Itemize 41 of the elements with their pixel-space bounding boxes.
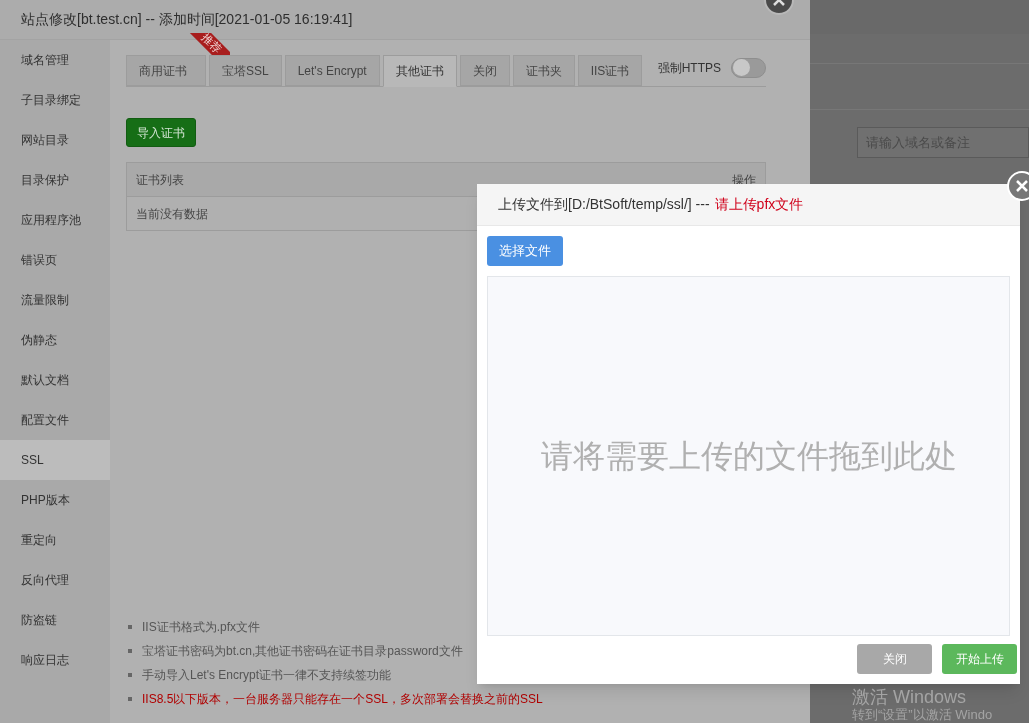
dialog-hint: 请上传pfx文件 xyxy=(714,195,804,214)
sidebar-item[interactable]: 配置文件 xyxy=(0,400,110,440)
tab[interactable]: 商用证书 xyxy=(126,55,206,86)
note-text: IIS8.5以下版本，一台服务器只能存在一个SSL，多次部署会替换之前的SSL xyxy=(142,691,543,708)
dialog-title: 上传文件到[D:/BtSoft/temp/ssl/] --- xyxy=(498,195,710,214)
tab[interactable]: IIS证书 xyxy=(577,55,643,86)
tab[interactable]: 关闭 xyxy=(459,55,510,86)
sidebar-item[interactable]: 防盗链 xyxy=(0,600,110,640)
sidebar-item[interactable]: 网站目录 xyxy=(0,120,110,160)
bullet-icon xyxy=(128,625,132,629)
tab[interactable]: 证书夹 xyxy=(512,55,575,86)
force-https-label: 强制HTTPS xyxy=(657,60,721,77)
sidebar-item[interactable]: 反向代理 xyxy=(0,560,110,600)
sidebar-item[interactable]: 流量限制 xyxy=(0,280,110,320)
choose-file-button[interactable]: 选择文件 xyxy=(487,236,563,266)
activation-title: 激活 Windows xyxy=(852,687,968,707)
sidebar-item[interactable]: SSL xyxy=(0,440,110,480)
column-header: 证书列表 xyxy=(136,171,184,189)
sidebar-item[interactable]: 伪静态 xyxy=(0,320,110,360)
bullet-icon xyxy=(128,649,132,653)
drop-hint: 请将需要上传的文件拖到此处 xyxy=(540,437,957,476)
note-text: 手动导入Let's Encrypt证书一律不支持续签功能 xyxy=(142,667,391,684)
sidebar-item[interactable]: PHP版本 xyxy=(0,480,110,520)
note-text: IIS证书格式为.pfx文件 xyxy=(142,619,260,636)
sidebar-item[interactable]: 域名管理 xyxy=(0,40,110,80)
sidebar-item[interactable]: 重定向 xyxy=(0,520,110,560)
toggle-switch[interactable] xyxy=(731,58,766,78)
sidebar-item[interactable]: 子目录绑定 xyxy=(0,80,110,120)
empty-message: 当前没有数据 xyxy=(136,205,208,223)
tab[interactable]: 宝塔SSL xyxy=(209,55,282,86)
sidebar-item[interactable]: 目录保护 xyxy=(0,160,110,200)
bullet-icon xyxy=(128,673,132,677)
sidebar-item[interactable]: 错误页 xyxy=(0,240,110,280)
import-button[interactable]: 导入证书 xyxy=(126,118,196,147)
sidebar-item[interactable]: 响应日志 xyxy=(0,640,110,680)
note-text: 宝塔证书密码为bt.cn,其他证书密码在证书目录password文件 xyxy=(142,643,463,660)
bullet-icon xyxy=(128,697,132,701)
tab[interactable]: 其他证书 xyxy=(382,55,457,87)
sidebar-item[interactable]: 默认文档 xyxy=(0,360,110,400)
sidebar-item[interactable]: 应用程序池 xyxy=(0,200,110,240)
tab[interactable]: Let's Encrypt xyxy=(284,55,380,86)
